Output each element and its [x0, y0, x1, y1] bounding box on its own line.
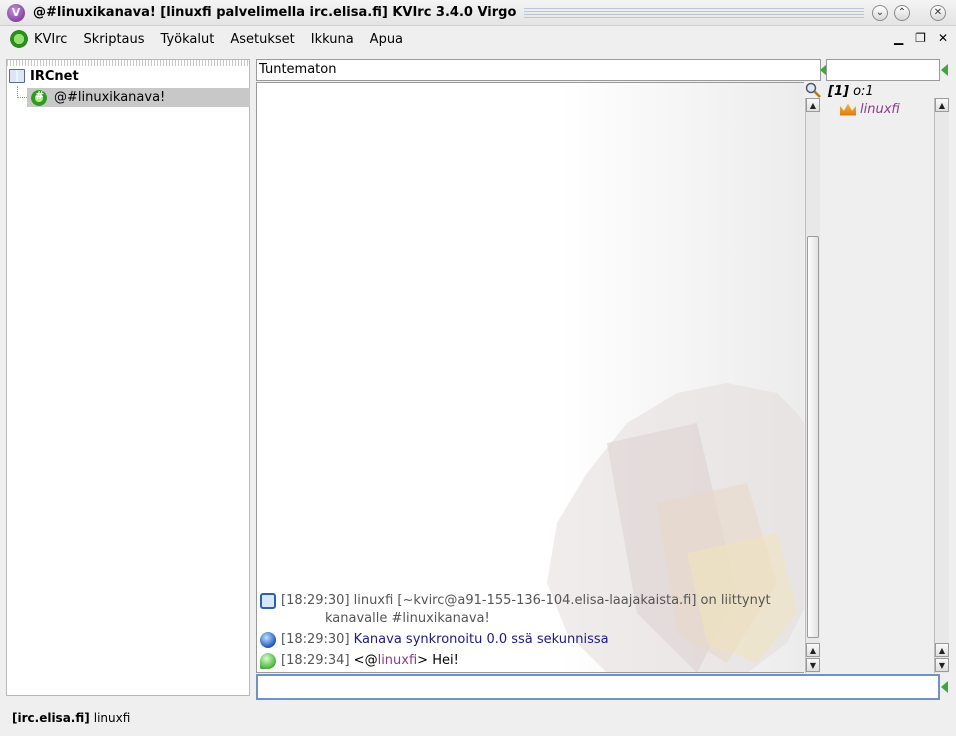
input-arrow-icon[interactable] [941, 681, 948, 693]
nick-suffix: > [417, 653, 429, 668]
chat-scroll-down-button[interactable]: ▼ [806, 658, 820, 672]
channel-mode-field[interactable] [826, 59, 940, 81]
topic-field[interactable]: Tuntematon [256, 59, 821, 81]
mdi-controls: ▁ ❐ ✕ [894, 31, 948, 45]
message-text: Hei! [432, 653, 459, 668]
nick-prefix: <@ [353, 653, 378, 668]
close-window-button[interactable]: ✕ [930, 4, 946, 21]
speech-bubble-icon [260, 653, 276, 669]
menu-kvirc[interactable]: KVIrc [34, 32, 67, 47]
chat-scroll-up-button[interactable]: ▲ [806, 98, 820, 112]
join-text: linuxfi [~kvirc@a91-155-136-104.elisa-la… [353, 593, 771, 608]
title-decoration [524, 7, 864, 18]
network-label: IRCnet [30, 68, 79, 84]
menu-asetukset[interactable]: Asetukset [230, 32, 294, 47]
menu-apua[interactable]: Apua [370, 32, 403, 47]
status-server: [irc.elisa.fi] [12, 711, 90, 725]
chat-line-join: [18:29:30] linuxfi [~kvirc@a91-155-136-1… [257, 592, 804, 628]
chat-scrollbar[interactable]: ▲ ▲ ▼ [805, 98, 820, 673]
logo-letter: V [11, 6, 21, 19]
timestamp: [18:29:34] [281, 653, 350, 668]
tree-connector [17, 86, 27, 98]
maximize-window-button[interactable]: ⌃ [894, 4, 910, 21]
menu-ikkuna[interactable]: Ikkuna [311, 32, 354, 47]
info-text: Kanava synkronoitu 0.0 ssä sekunnissa [353, 632, 609, 647]
mdi-minimize-button[interactable]: ▁ [894, 31, 903, 45]
window-tree-panel: IRCnet @#linuxikanava! [6, 59, 250, 696]
join-text-continuation: kanavalle #linuxikanava! [325, 611, 490, 626]
userlist-scroll-up-small-button[interactable]: ▲ [935, 643, 949, 657]
tree-item-channel[interactable]: @#linuxikanava! [27, 88, 250, 107]
timestamp: [18:29:30] [281, 632, 350, 647]
mdi-close-button[interactable]: ✕ [938, 31, 948, 45]
user-list[interactable]: [1] o:1 linuxfi [822, 82, 934, 673]
kvirc-gear-icon [10, 30, 28, 48]
userlist-scroll-up-button[interactable]: ▲ [935, 98, 949, 112]
message-input[interactable] [256, 674, 940, 700]
join-arrow-icon [260, 593, 276, 609]
channel-label: @#linuxikanava! [54, 90, 166, 105]
op-count: o:1 [853, 84, 874, 99]
chat-view[interactable]: [18:29:30] linuxfi [~kvirc@a91-155-136-1… [256, 82, 804, 673]
mdi-restore-button[interactable]: ❐ [915, 31, 926, 45]
userlist-scrollbar[interactable]: ▲ ▲ ▼ [934, 98, 949, 673]
menu-skriptaus[interactable]: Skriptaus [83, 32, 144, 47]
channel-icon [31, 89, 47, 106]
minimize-window-button[interactable]: ⌄ [872, 4, 888, 21]
status-nick: linuxfi [93, 711, 131, 725]
user-list-header: [1] o:1 [828, 84, 874, 99]
search-icon[interactable] [805, 82, 821, 98]
menu-tyokalut[interactable]: Työkalut [161, 32, 215, 47]
network-icon [9, 69, 25, 83]
chat-line-message: [18:29:34] <@linuxfi> Hei! [257, 652, 804, 670]
mode-arrow-icon[interactable] [941, 64, 948, 76]
message-nick[interactable]: linuxfi [378, 653, 418, 668]
kvirc-logo-icon[interactable]: V [7, 3, 25, 22]
user-item[interactable]: linuxfi [840, 102, 900, 117]
window-title: @#linuxikanava! [linuxfi palvelimella ir… [33, 5, 517, 20]
tree-item-network[interactable]: IRCnet [7, 66, 249, 86]
userlist-scroll-down-button[interactable]: ▼ [935, 658, 949, 672]
crown-icon [840, 103, 856, 116]
menu-bar: KVIrc Skriptaus Työkalut Asetukset Ikkun… [0, 26, 956, 52]
globe-icon [260, 632, 276, 648]
chat-line-info: [18:29:30] Kanava synkronoitu 0.0 ssä se… [257, 631, 804, 649]
user-count: [1] [828, 84, 849, 99]
timestamp: [18:29:30] [281, 593, 350, 608]
title-bar: V @#linuxikanava! [linuxfi palvelimella … [0, 0, 956, 26]
chat-scroll-thumb[interactable] [807, 236, 819, 638]
user-nick: linuxfi [860, 102, 900, 117]
chat-messages: [18:29:30] linuxfi [~kvirc@a91-155-136-1… [257, 589, 804, 670]
chat-scroll-up-small-button[interactable]: ▲ [806, 643, 820, 657]
status-bar: [irc.elisa.fi] linuxfi [0, 704, 956, 732]
